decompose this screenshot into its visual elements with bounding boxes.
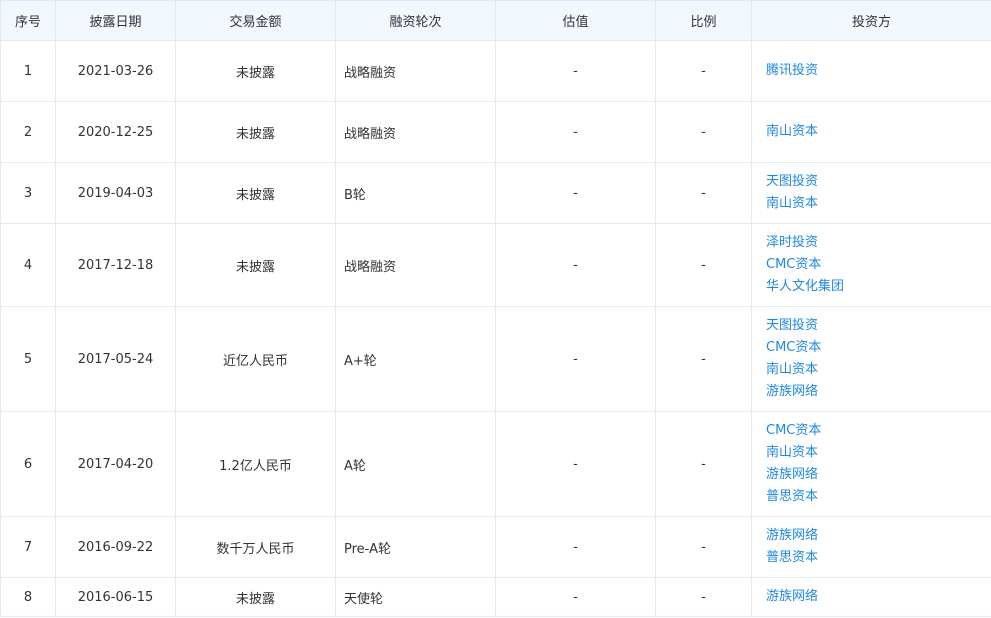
header-date: 披露日期 <box>55 0 176 41</box>
cell-investors: 腾讯投资 <box>751 40 991 102</box>
investor-link[interactable]: CMC资本 <box>766 254 990 276</box>
cell-ratio: - <box>655 223 752 307</box>
cell-date: 2017-04-20 <box>55 411 176 517</box>
cell-valuation: - <box>495 162 656 224</box>
cell-amount: 未披露 <box>175 162 336 224</box>
cell-amount: 数千万人民币 <box>175 516 336 578</box>
investor-link[interactable]: 游族网络 <box>766 525 990 547</box>
header-amount: 交易金额 <box>175 0 336 41</box>
investor-link[interactable]: 南山资本 <box>766 121 990 143</box>
cell-round: A轮 <box>335 411 496 517</box>
cell-index: 3 <box>0 162 56 224</box>
cell-investors: 游族网络 <box>751 577 991 617</box>
investor-link[interactable]: 华人文化集团 <box>766 276 990 298</box>
investor-link[interactable]: 南山资本 <box>766 193 990 215</box>
cell-amount: 未披露 <box>175 223 336 307</box>
cell-index: 4 <box>0 223 56 307</box>
cell-amount: 未披露 <box>175 577 336 617</box>
investor-link[interactable]: CMC资本 <box>766 420 990 442</box>
table-header-row: 序号 披露日期 交易金额 融资轮次 估值 比例 投资方 <box>0 0 991 41</box>
cell-amount: 未披露 <box>175 40 336 102</box>
investor-link[interactable]: 腾讯投资 <box>766 60 990 82</box>
table-body: 1 2021-03-26 未披露 战略融资 - - 腾讯投资 2 2020-12-25 未披露 战略… <box>0 40 991 617</box>
cell-date: 2021-03-26 <box>55 40 176 102</box>
cell-amount: 未披露 <box>175 101 336 163</box>
cell-date: 2020-12-25 <box>55 101 176 163</box>
cell-ratio: - <box>655 306 752 412</box>
cell-ratio: - <box>655 40 752 102</box>
cell-index: 5 <box>0 306 56 412</box>
cell-ratio: - <box>655 101 752 163</box>
cell-valuation: - <box>495 411 656 517</box>
investor-link[interactable]: 南山资本 <box>766 442 990 464</box>
investor-link[interactable]: 普思资本 <box>766 547 990 569</box>
cell-investors: CMC资本 南山资本 游族网络 普思资本 <box>751 411 991 517</box>
header-round: 融资轮次 <box>335 0 496 41</box>
cell-date: 2016-06-15 <box>55 577 176 617</box>
investor-link[interactable]: 天图投资 <box>766 315 990 337</box>
investor-link[interactable]: 泽时投资 <box>766 232 990 254</box>
investor-link[interactable]: 游族网络 <box>766 381 990 403</box>
cell-date: 2017-05-24 <box>55 306 176 412</box>
cell-index: 7 <box>0 516 56 578</box>
cell-round: A+轮 <box>335 306 496 412</box>
cell-round: 战略融资 <box>335 40 496 102</box>
cell-investors: 泽时投资 CMC资本 华人文化集团 <box>751 223 991 307</box>
cell-index: 1 <box>0 40 56 102</box>
cell-valuation: - <box>495 223 656 307</box>
cell-amount: 近亿人民币 <box>175 306 336 412</box>
cell-ratio: - <box>655 577 752 617</box>
investor-link[interactable]: 天图投资 <box>766 171 990 193</box>
investor-link[interactable]: 游族网络 <box>766 586 990 608</box>
investor-link[interactable]: 南山资本 <box>766 359 990 381</box>
table-row: 3 2019-04-03 未披露 B轮 - - 天图投资 南山资本 <box>0 162 991 224</box>
table-row: 2 2020-12-25 未披露 战略融资 - - 南山资本 <box>0 101 991 163</box>
cell-round: Pre-A轮 <box>335 516 496 578</box>
cell-date: 2017-12-18 <box>55 223 176 307</box>
cell-investors: 天图投资 CMC资本 南山资本 游族网络 <box>751 306 991 412</box>
cell-round: B轮 <box>335 162 496 224</box>
investor-link[interactable]: 普思资本 <box>766 486 990 508</box>
cell-date: 2019-04-03 <box>55 162 176 224</box>
table-row: 1 2021-03-26 未披露 战略融资 - - 腾讯投资 <box>0 40 991 102</box>
header-ratio: 比例 <box>655 0 752 41</box>
cell-investors: 游族网络 普思资本 <box>751 516 991 578</box>
cell-ratio: - <box>655 516 752 578</box>
cell-valuation: - <box>495 577 656 617</box>
table-row: 6 2017-04-20 1.2亿人民币 A轮 - - CMC资本 南山资本 游族网络 普思资本 <box>0 411 991 517</box>
cell-round: 天使轮 <box>335 577 496 617</box>
cell-valuation: - <box>495 516 656 578</box>
cell-ratio: - <box>655 162 752 224</box>
header-valuation: 估值 <box>495 0 656 41</box>
investor-link[interactable]: 游族网络 <box>766 464 990 486</box>
cell-index: 2 <box>0 101 56 163</box>
cell-investors: 南山资本 <box>751 101 991 163</box>
table-row: 8 2016-06-15 未披露 天使轮 - - 游族网络 <box>0 577 991 617</box>
cell-ratio: - <box>655 411 752 517</box>
cell-index: 8 <box>0 577 56 617</box>
cell-valuation: - <box>495 306 656 412</box>
cell-valuation: - <box>495 101 656 163</box>
cell-index: 6 <box>0 411 56 517</box>
financing-history-table: 序号 披露日期 交易金额 融资轮次 估值 比例 投资方 1 2021-03-26 未… <box>0 0 991 617</box>
cell-valuation: - <box>495 40 656 102</box>
cell-date: 2016-09-22 <box>55 516 176 578</box>
table-row: 5 2017-05-24 近亿人民币 A+轮 - - 天图投资 CMC资本 南山资本 游族网络 <box>0 306 991 412</box>
cell-round: 战略融资 <box>335 223 496 307</box>
table-row: 7 2016-09-22 数千万人民币 Pre-A轮 - - 游族网络 普思资本 <box>0 516 991 578</box>
header-investors: 投资方 <box>751 0 991 41</box>
table-row: 4 2017-12-18 未披露 战略融资 - - 泽时投资 CMC资本 华人文化集团 <box>0 223 991 307</box>
cell-amount: 1.2亿人民币 <box>175 411 336 517</box>
investor-link[interactable]: CMC资本 <box>766 337 990 359</box>
cell-round: 战略融资 <box>335 101 496 163</box>
header-index: 序号 <box>0 0 56 41</box>
cell-investors: 天图投资 南山资本 <box>751 162 991 224</box>
